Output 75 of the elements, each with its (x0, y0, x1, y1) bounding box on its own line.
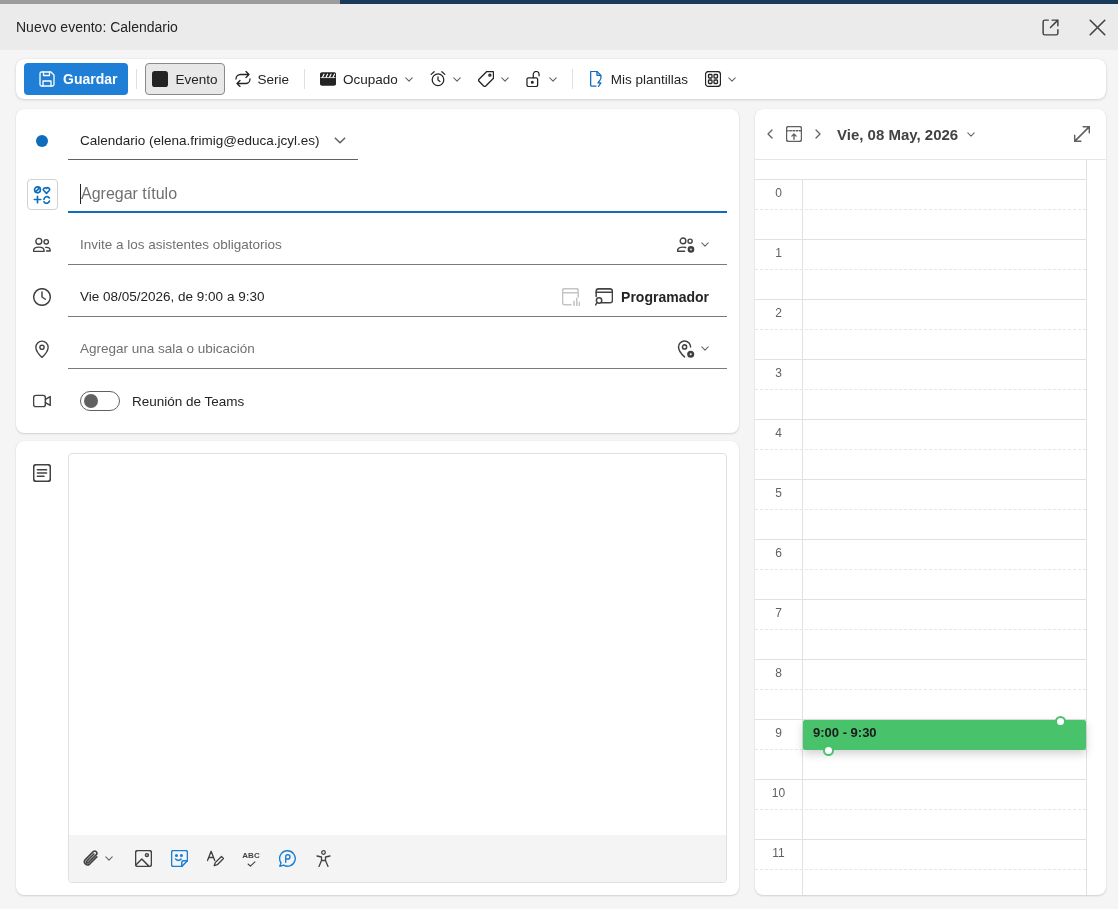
chevron-down-icon (333, 136, 346, 144)
location-field[interactable]: Agregar una sala o ubicación (68, 336, 675, 361)
chevron-down-icon (728, 76, 737, 82)
people-icon (33, 236, 51, 254)
save-icon (39, 71, 55, 87)
chevron-left-icon (767, 129, 773, 139)
chevron-right-icon (815, 129, 821, 139)
hour-label: 5 (775, 486, 782, 500)
resize-handle[interactable] (1055, 716, 1066, 727)
chevron-down-icon (404, 76, 413, 82)
show-as-dropdown[interactable]: Ocupado (313, 63, 420, 95)
attendees-field[interactable]: Invite a los asistentes obligatorios (68, 232, 675, 257)
paperclip-icon (82, 850, 99, 867)
padlock-icon (525, 71, 542, 87)
document-bolt-icon (587, 71, 604, 87)
clock-icon (33, 288, 51, 306)
symbols-icon (33, 185, 51, 204)
calendar-dot-icon (36, 134, 48, 147)
calendar-dropdown[interactable]: Calendario (elena.frimig@educa.jcyl.es) (68, 121, 358, 160)
date-dropdown[interactable]: Vie, 08 May, 2026 (833, 120, 980, 148)
window-title: Nuevo evento: Calendario (16, 19, 178, 35)
event-button[interactable]: Evento (145, 63, 225, 95)
calendar-arrow-icon (786, 126, 802, 142)
sticker-icon (170, 850, 188, 867)
location-pin-icon (33, 340, 51, 358)
hour-label: 0 (775, 186, 782, 200)
grid-icon (705, 71, 722, 87)
popout-icon (1041, 18, 1059, 36)
close-icon (1088, 18, 1106, 36)
title-field[interactable]: Agregar título (68, 160, 727, 213)
chevron-down-icon (967, 131, 976, 137)
video-camera-icon (33, 392, 51, 410)
resize-handle[interactable] (823, 745, 834, 756)
hour-label: 2 (775, 306, 782, 320)
teams-meeting-label: Reunión de Teams (132, 393, 245, 409)
window-search-icon (595, 287, 614, 306)
image-icon (134, 850, 152, 867)
chevron-down-icon (500, 76, 509, 82)
chevron-down-icon (452, 76, 461, 82)
chevron-down-icon (105, 856, 113, 861)
accessibility-icon (314, 850, 332, 867)
symbols-button[interactable] (26, 179, 58, 210)
date-time-field[interactable]: Vie 08/05/2026, de 9:00 a 9:30 (68, 284, 558, 309)
hour-label: 9 (775, 726, 782, 740)
text-pen-icon (206, 850, 224, 867)
repeat-icon (234, 71, 251, 87)
hour-label: 1 (775, 246, 782, 260)
chevron-down-icon (701, 346, 709, 351)
save-button[interactable]: Guardar (24, 63, 129, 95)
check-icon (246, 860, 256, 867)
hour-label: 11 (772, 846, 785, 860)
templates-button[interactable]: Mis plantillas (580, 63, 696, 95)
hour-label: 10 (771, 786, 786, 800)
hour-label: 7 (775, 606, 782, 620)
hour-label: 6 (775, 546, 782, 560)
spelling-button[interactable]: ABC (233, 842, 269, 875)
hour-label: 4 (775, 426, 782, 440)
busy-status-icon (320, 71, 336, 87)
chevron-down-icon (548, 76, 557, 82)
tag-icon (477, 71, 494, 87)
hour-label: 3 (775, 366, 782, 380)
alarm-clock-icon (429, 71, 446, 87)
expand-icon (1074, 126, 1090, 142)
series-button[interactable]: Serie (227, 63, 296, 95)
people-gear-icon (677, 235, 695, 254)
chevron-down-icon (701, 242, 709, 247)
pin-gear-icon (677, 339, 695, 358)
calendar-square-icon (152, 71, 169, 87)
chat-bubble-icon (278, 850, 296, 867)
event-block[interactable]: 9:00 - 9:30 (803, 720, 1086, 750)
text-cursor-icon (80, 184, 81, 204)
notes-icon (33, 464, 51, 482)
calendar-chart-icon (562, 287, 581, 306)
scheduler-button[interactable]: Programador (593, 282, 711, 311)
hour-label: 8 (775, 666, 782, 680)
